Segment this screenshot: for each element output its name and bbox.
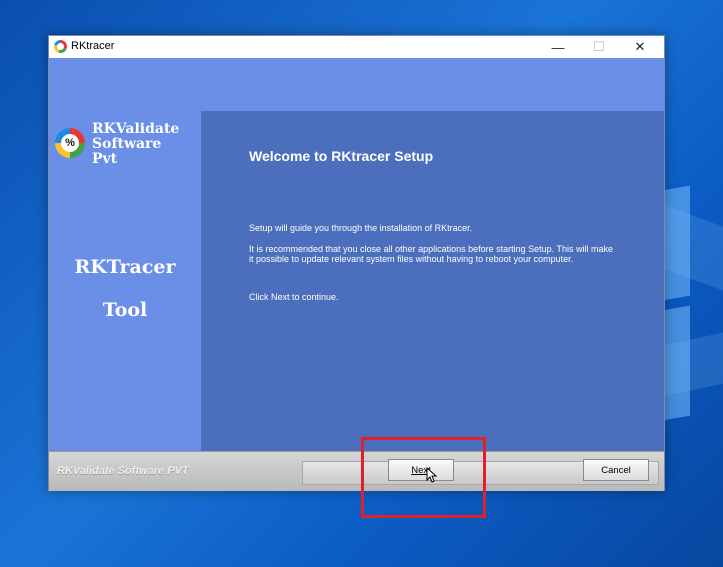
company-logo-text: RKValidate Software Pvt [92,122,179,167]
logo-line-3: Pvt [92,151,118,167]
welcome-panel: Welcome to RKtracer Setup Setup will gui… [201,111,664,451]
maximize-button[interactable]: ☐ [579,36,619,58]
header-band [49,58,664,111]
highlight-box [361,437,486,518]
minimize-button[interactable]: — [538,36,578,58]
close-button[interactable]: ✕ [620,36,660,58]
continue-instruction: Click Next to continue. [249,292,339,302]
footer-brand-text: RKValidate Software PVT [57,465,189,477]
rktracer-app-icon [54,40,67,53]
intro-text: Setup will guide you through the install… [249,223,473,233]
product-name-line-1: RKTracer [74,256,176,278]
logo-line-2: Software [92,136,162,152]
logo-line-1: RKValidate [92,121,180,137]
window-title: RKtracer [71,40,115,52]
title-bar[interactable]: RKtracer — ☐ ✕ [49,36,664,58]
button-footer: RKValidate Software PVT [49,451,664,491]
product-name-line-2: Tool [102,299,148,321]
welcome-heading: Welcome to RKtracer Setup [249,148,434,164]
cancel-button[interactable]: Cancel [583,459,649,481]
installer-sidebar: % RKValidate Software Pvt RKTracer Tool [49,111,201,451]
installer-window: RKtracer — ☐ ✕ % RKValidate Software Pvt… [48,35,665,491]
recommendation-text: It is recommended that you close all oth… [249,244,614,264]
logo-percent-glyph: % [65,137,75,149]
